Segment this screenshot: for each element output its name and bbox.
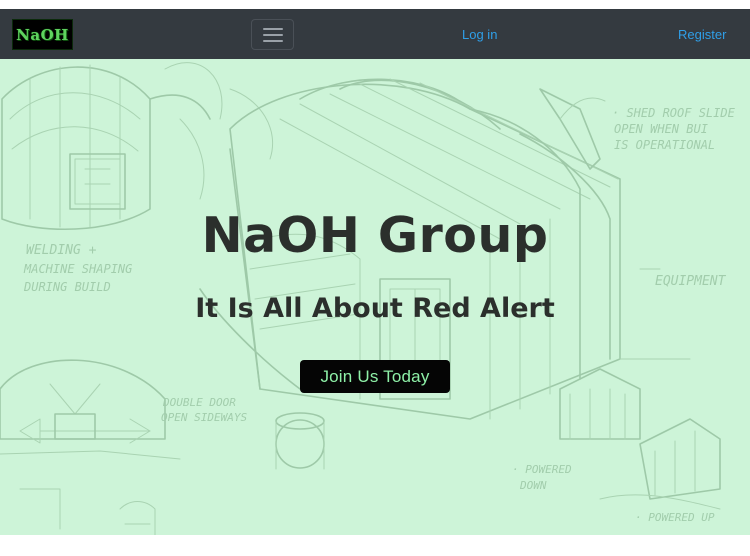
svg-text:EQUIPMENT: EQUIPMENT	[655, 274, 727, 289]
svg-text:· POWERED UP: · POWERED UP	[635, 511, 715, 524]
svg-text:DOUBLE DOOR: DOUBLE DOOR	[162, 396, 236, 409]
svg-text:DOWN: DOWN	[519, 479, 547, 492]
hero-section: · SHED ROOF SLIDE OPEN WHEN BUI IS OPERA…	[0, 59, 750, 535]
hero-subtitle: It Is All About Red Alert	[195, 293, 555, 324]
brand-logo-text: NaOH	[16, 25, 69, 44]
svg-text:DURING BUILD: DURING BUILD	[23, 280, 111, 294]
hamburger-icon	[263, 28, 283, 42]
top-margin	[0, 0, 750, 9]
svg-text:OPEN WHEN BUI: OPEN WHEN BUI	[614, 122, 708, 136]
login-link[interactable]: Log in	[462, 27, 497, 42]
svg-text:MACHINE SHAPING: MACHINE SHAPING	[23, 262, 132, 276]
svg-text:· POWERED: · POWERED	[512, 463, 572, 476]
top-navbar: NaOH Log in Register	[0, 9, 750, 59]
svg-text:IS OPERATIONAL: IS OPERATIONAL	[614, 138, 715, 152]
svg-text:OPEN SIDEWAYS: OPEN SIDEWAYS	[161, 411, 247, 424]
register-link[interactable]: Register	[678, 27, 726, 42]
navbar-toggler-button[interactable]	[251, 19, 294, 50]
join-us-button[interactable]: Join Us Today	[300, 360, 450, 393]
brand-logo[interactable]: NaOH	[12, 19, 73, 50]
svg-text:· SHED ROOF SLIDE: · SHED ROOF SLIDE	[612, 106, 736, 120]
hero-title: NaOH Group	[201, 207, 549, 264]
bottom-margin	[0, 535, 750, 556]
